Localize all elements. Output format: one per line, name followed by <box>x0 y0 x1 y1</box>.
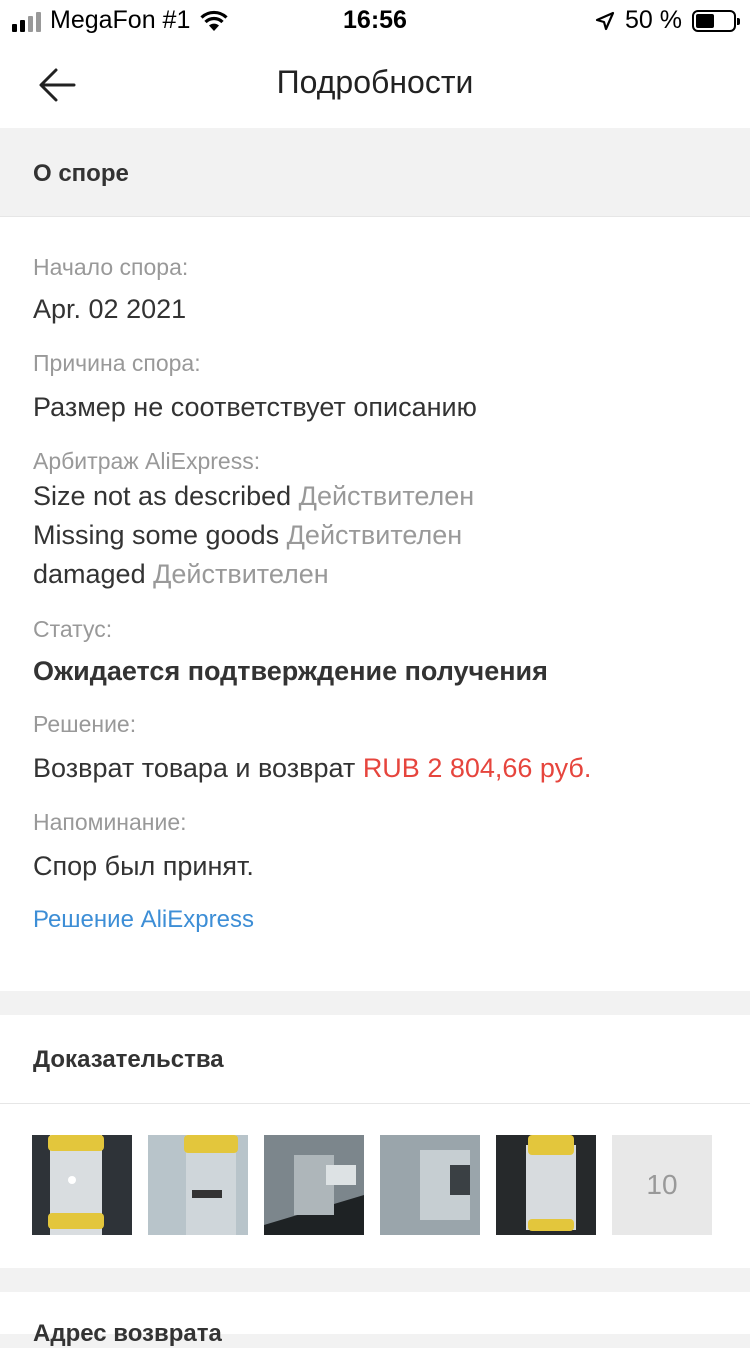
solution-text: Возврат товара и возврат <box>33 753 356 783</box>
arbitration-item-status: Действителен <box>298 481 475 511</box>
aliexpress-decision-link[interactable]: Решение AliExpress <box>33 906 254 934</box>
return-address-title: Адрес возврата <box>33 1320 222 1347</box>
arbitration-item-status: Действителен <box>153 559 329 589</box>
divider <box>0 1103 750 1104</box>
status-right: 50 % <box>595 6 740 35</box>
evidence-photo[interactable] <box>380 1135 480 1235</box>
evidence-photo[interactable] <box>496 1135 596 1235</box>
solution-label: Решение: <box>33 711 137 737</box>
reminder-value: Спор был принят. <box>33 851 254 881</box>
arbitration-item-status: Действителен <box>286 520 463 550</box>
evidence-photo[interactable] <box>32 1135 132 1235</box>
dispute-section-title: О споре <box>33 160 129 187</box>
page-title: Подробности <box>276 64 474 100</box>
solution-value: Возврат товара и возврат RUB 2 804,66 ру… <box>33 753 591 784</box>
arbitration-item: Size not as described Действителен <box>33 481 474 512</box>
refund-amount: RUB 2 804,66 руб. <box>362 753 592 783</box>
arbitration-item-text: damaged <box>33 559 146 589</box>
evidence-section-title: Доказательства <box>33 1046 224 1073</box>
start-label: Начало спора: <box>33 254 189 280</box>
status-label: Статус: <box>33 616 113 642</box>
divider <box>0 216 750 217</box>
status-value: Ожидается подтверждение получения <box>33 656 548 686</box>
reason-label: Причина спора: <box>33 350 201 376</box>
arbitration-item: Missing some goods Действителен <box>33 520 462 551</box>
status-bar: MegaFon #1 16:56 50 % <box>0 0 750 42</box>
arbitration-label: Арбитраж AliExpress: <box>33 448 261 474</box>
more-photos-count[interactable]: 10 <box>612 1135 712 1235</box>
navigation-bar: Подробности <box>0 42 750 128</box>
arbitration-item: damaged Действителен <box>33 559 329 590</box>
location-arrow-icon <box>595 11 615 30</box>
start-value: Apr. 02 2021 <box>33 294 187 324</box>
battery-percent: 50 % <box>625 6 682 34</box>
reason-value: Размер не соответствует описанию <box>33 392 477 422</box>
arbitration-item-text: Size not as described <box>33 481 292 511</box>
evidence-photo[interactable] <box>264 1135 364 1235</box>
reminder-label: Напоминание: <box>33 809 187 835</box>
battery-level <box>696 13 714 28</box>
battery-icon <box>692 9 740 32</box>
arbitration-item-text: Missing some goods <box>33 520 280 550</box>
evidence-photo[interactable] <box>148 1135 248 1235</box>
